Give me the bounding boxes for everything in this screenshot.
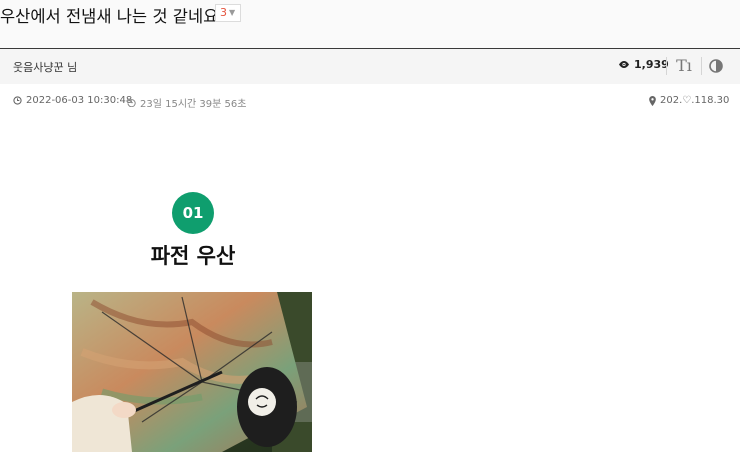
post-datetime-value: 2022-06-03 10:30:48 xyxy=(26,95,133,106)
font-size-icon: Tı xyxy=(676,56,692,75)
post-title: 우산에서 전냄새 나는 것 같네요 xyxy=(0,7,219,26)
title-bar: 우산에서 전냄새 나는 것 같네요 3 ▼ xyxy=(0,0,740,49)
comment-count-button[interactable]: 3 ▼ xyxy=(215,4,242,22)
contrast-icon xyxy=(709,59,723,73)
author-ip: 202.♡.118.30 xyxy=(649,95,729,106)
view-count-value: 1,939 xyxy=(634,58,669,71)
comment-count-value: 3 xyxy=(220,6,227,19)
umbrella-image xyxy=(72,292,312,452)
author-bar: 웃음사냥꾼 님 1,939 Tı xyxy=(0,49,740,84)
author-name[interactable]: 웃음사냥꾼 님 xyxy=(13,59,77,75)
author-ip-value: 202.♡.118.30 xyxy=(660,95,730,106)
view-count: 1,939 xyxy=(618,58,669,71)
post-datetime: 2022-06-03 10:30:48 xyxy=(13,95,132,106)
clock-icon xyxy=(13,96,22,105)
chevron-down-icon: ▼ xyxy=(229,8,236,17)
font-size-button[interactable]: Tı xyxy=(673,55,695,77)
content-heading: 파전 우산 xyxy=(150,243,236,268)
post-meta: 2022-06-03 10:30:48 23일 15시간 39분 56초 202… xyxy=(0,92,740,112)
history-icon xyxy=(127,99,136,107)
post-elapsed-value: 23일 15시간 39분 56초 xyxy=(140,99,247,110)
divider xyxy=(666,57,667,75)
map-pin-icon xyxy=(649,95,656,106)
divider xyxy=(701,57,702,75)
step-badge: 01 xyxy=(172,192,214,234)
theme-toggle-button[interactable] xyxy=(707,57,725,75)
eye-icon xyxy=(619,61,629,68)
post-elapsed: 23일 15시간 39분 56초 xyxy=(127,95,246,110)
umbrella-photo xyxy=(72,292,312,452)
